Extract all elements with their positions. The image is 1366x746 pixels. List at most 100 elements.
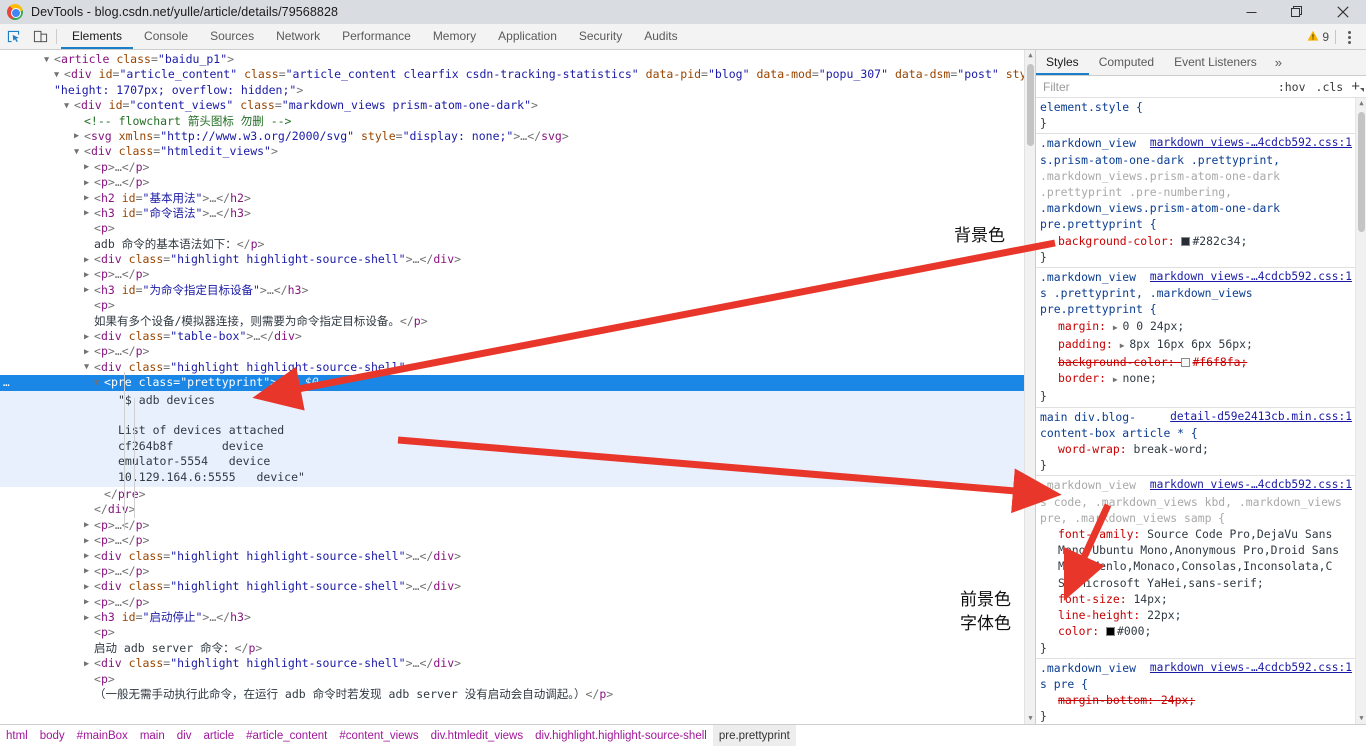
dom-node-row[interactable]: （一般无需手动执行此命令，在运行 adb 命令时若发现 adb server 没… bbox=[0, 687, 1035, 702]
inspect-cursor-icon[interactable] bbox=[0, 24, 27, 49]
dom-node-row[interactable]: ▶ <p>…</p> bbox=[0, 595, 1035, 610]
styles-scroll-thumb[interactable] bbox=[1358, 112, 1365, 232]
warning-badge[interactable]: 9 bbox=[1301, 30, 1335, 45]
dom-tree-list[interactable]: ▼ <article class="baidu_p1"> ▼ <div id="art… bbox=[0, 50, 1035, 702]
property-value[interactable]: #282c34; bbox=[1192, 234, 1247, 248]
property-value[interactable]: 8px 16px 6px 56px; bbox=[1129, 337, 1252, 351]
dom-node-row[interactable]: </div> bbox=[0, 502, 1035, 517]
chevron-double-right-icon[interactable]: » bbox=[1267, 50, 1290, 75]
breadcrumb-item[interactable]: #article_content bbox=[240, 725, 333, 746]
dom-node-row[interactable]: <!-- flowchart 箭头图标 勿删 --> bbox=[0, 114, 1035, 129]
dom-node-row[interactable]: ▶ <div class="table-box">…</div> bbox=[0, 329, 1035, 344]
tab-performance[interactable]: Performance bbox=[331, 24, 422, 49]
style-rule-selector[interactable]: .markdown_view markdown views-…4cdcb592.c… bbox=[1040, 477, 1366, 493]
twisty-closed-icon[interactable]: ▶ bbox=[84, 611, 94, 626]
twisty-closed-icon[interactable]: ▶ bbox=[84, 518, 94, 533]
property-value[interactable]: 22px; bbox=[1147, 608, 1181, 622]
expand-triangle-icon[interactable]: ▶ bbox=[1113, 375, 1123, 384]
dom-node-row[interactable]: 启动 adb server 命令：</p> bbox=[0, 641, 1035, 656]
twisty-closed-icon[interactable]: ▶ bbox=[84, 253, 94, 268]
hov-button[interactable]: :hov bbox=[1273, 80, 1311, 94]
breadcrumb-item[interactable]: pre.prettyprint bbox=[712, 725, 796, 746]
styles-scroll-down-arrow[interactable]: ▼ bbox=[1356, 713, 1366, 724]
style-rule-selector[interactable]: content-box article * { bbox=[1040, 425, 1366, 441]
style-property[interactable]: background-color: #f6f8fa; bbox=[1040, 354, 1366, 370]
dom-node-row[interactable]: ▼ <div class="highlight highlight-source-… bbox=[0, 360, 1035, 375]
dom-node-row[interactable]: adb 命令的基本语法如下：</p> bbox=[0, 237, 1035, 252]
dom-node-row[interactable]: ▶ <div class="highlight highlight-source-… bbox=[0, 579, 1035, 594]
tab-sources[interactable]: Sources bbox=[199, 24, 265, 49]
style-rule-selector[interactable]: s pre { bbox=[1040, 676, 1366, 692]
breadcrumb[interactable]: html body #mainBox main div article #article_c… bbox=[0, 724, 1366, 746]
color-swatch[interactable] bbox=[1181, 358, 1191, 368]
property-name[interactable]: border: bbox=[1058, 371, 1113, 385]
dom-scroll-thumb[interactable] bbox=[1027, 64, 1034, 146]
style-rule-selector[interactable]: s code, .markdown_views kbd, .markdown_v… bbox=[1040, 494, 1366, 510]
style-origin-link[interactable]: detail-d59e2413cb.min.css:1 bbox=[1170, 409, 1352, 425]
dom-node-row[interactable]: ▼ <div class="htmledit_views"> bbox=[0, 144, 1035, 159]
style-property[interactable]: font-size: 14px; bbox=[1040, 591, 1366, 607]
style-property[interactable]: padding: ▶ 8px 16px 6px 56px; bbox=[1040, 336, 1366, 354]
tab-event-listeners[interactable]: Event Listeners bbox=[1164, 50, 1267, 75]
twisty-closed-icon[interactable]: ▶ bbox=[84, 268, 94, 283]
dom-node-row[interactable]: <p> bbox=[0, 221, 1035, 236]
dom-node-row[interactable]: ▶ <div class="highlight highlight-source-… bbox=[0, 252, 1035, 267]
expand-triangle-icon[interactable]: ▶ bbox=[1113, 323, 1123, 332]
new-style-rule-button[interactable]: + bbox=[1348, 78, 1366, 95]
property-name[interactable]: font-size: bbox=[1058, 592, 1133, 606]
tab-audits[interactable]: Audits bbox=[633, 24, 688, 49]
style-property[interactable]: font-family: Source Code Pro,DejaVu Sans… bbox=[1040, 526, 1366, 591]
dom-node-row[interactable]: ▶ <p>…</p> bbox=[0, 160, 1035, 175]
property-name[interactable]: margin: bbox=[1058, 319, 1113, 333]
tab-computed[interactable]: Computed bbox=[1089, 50, 1164, 75]
dom-node-row[interactable]: ▶ <h3 id="启动停止">…</h3> bbox=[0, 610, 1035, 625]
close-icon[interactable] bbox=[1320, 0, 1366, 24]
dom-node-row[interactable]: "height: 1707px; overflow: hidden;"> bbox=[0, 83, 1035, 98]
property-name[interactable]: background-color: bbox=[1058, 355, 1181, 369]
dom-node-row[interactable]: ▼ <article class="baidu_p1"> bbox=[0, 52, 1035, 67]
twisty-closed-icon[interactable]: ▶ bbox=[84, 283, 94, 298]
styles-scrollbar[interactable]: ▲ ▼ bbox=[1355, 98, 1366, 724]
dom-node-row[interactable]: ▶ <svg xmlns="http://www.w3.org/2000/svg"… bbox=[0, 129, 1035, 144]
property-name[interactable]: background-color: bbox=[1058, 234, 1181, 248]
expand-triangle-icon[interactable]: ▶ bbox=[1120, 341, 1130, 350]
breadcrumb-item[interactable]: #mainBox bbox=[71, 725, 134, 746]
style-rule-selector[interactable]: .markdown_view markdown views-…4cdcb592.c… bbox=[1040, 660, 1366, 676]
twisty-closed-icon[interactable]: ▶ bbox=[84, 191, 94, 206]
twisty-closed-icon[interactable]: ▶ bbox=[84, 206, 94, 221]
style-rule-selector[interactable]: pre, .markdown_views samp { bbox=[1040, 510, 1366, 526]
style-rule-selector[interactable]: main div.blog-detail-d59e2413cb.min.css:… bbox=[1040, 409, 1366, 425]
breadcrumb-item[interactable]: #content_views bbox=[333, 725, 424, 746]
breadcrumb-item[interactable]: div.highlight.highlight-source-shell bbox=[529, 725, 713, 746]
twisty-closed-icon[interactable]: ▶ bbox=[84, 160, 94, 175]
breadcrumb-item[interactable]: article bbox=[197, 725, 240, 746]
style-origin-link[interactable]: markdown views-…4cdcb592.css:1 bbox=[1150, 269, 1352, 285]
style-rule-markdown-views-pre[interactable]: .markdown_view markdown views-…4cdcb592.c… bbox=[1036, 659, 1366, 724]
twisty-closed-icon[interactable]: ▶ bbox=[84, 534, 94, 549]
style-rule-selector[interactable]: pre.prettyprint { bbox=[1040, 301, 1366, 317]
property-name[interactable]: margin-bottom: bbox=[1058, 693, 1161, 707]
dom-node-row[interactable]: ▶ <p>…</p> bbox=[0, 518, 1035, 533]
color-swatch[interactable] bbox=[1106, 627, 1116, 637]
color-swatch[interactable] bbox=[1181, 236, 1191, 246]
tab-application[interactable]: Application bbox=[487, 24, 568, 49]
dom-node-row[interactable]: ▶ <div class="highlight highlight-source-… bbox=[0, 656, 1035, 671]
filter-input[interactable] bbox=[1040, 78, 1273, 95]
style-property[interactable]: margin-bottom: 24px; bbox=[1040, 692, 1366, 708]
minimize-icon[interactable] bbox=[1228, 0, 1274, 24]
breadcrumb-item[interactable]: div.htmledit_views bbox=[425, 725, 529, 746]
dom-node-row[interactable]: ▶ <p>…</p> bbox=[0, 344, 1035, 359]
restore-icon[interactable] bbox=[1274, 0, 1320, 24]
twisty-open-icon[interactable]: ▼ bbox=[44, 53, 54, 68]
dom-node-row[interactable]: <p> bbox=[0, 625, 1035, 640]
style-origin-link[interactable]: markdown views-…4cdcb592.css:1 bbox=[1150, 660, 1352, 676]
dom-node-row[interactable]: ▶ <h3 id="为命令指定目标设备">…</h3> bbox=[0, 283, 1035, 298]
property-name[interactable]: word-wrap: bbox=[1058, 442, 1133, 456]
style-rule-selector[interactable]: .markdown_view markdown views-…4cdcb592.c… bbox=[1040, 269, 1366, 285]
dom-node-row[interactable]: ▼ <div id="article_content" class="articl… bbox=[0, 67, 1035, 82]
style-origin-link[interactable]: markdown views-…4cdcb592.css:1 bbox=[1150, 135, 1352, 151]
dom-node-row[interactable]: ▶ <p>…</p> bbox=[0, 175, 1035, 190]
twisty-closed-icon[interactable]: ▶ bbox=[84, 564, 94, 579]
tab-memory[interactable]: Memory bbox=[422, 24, 487, 49]
style-rule-prism-atom-one-dark-prettyprint[interactable]: .markdown_view markdown views-…4cdcb592.c… bbox=[1036, 134, 1366, 269]
